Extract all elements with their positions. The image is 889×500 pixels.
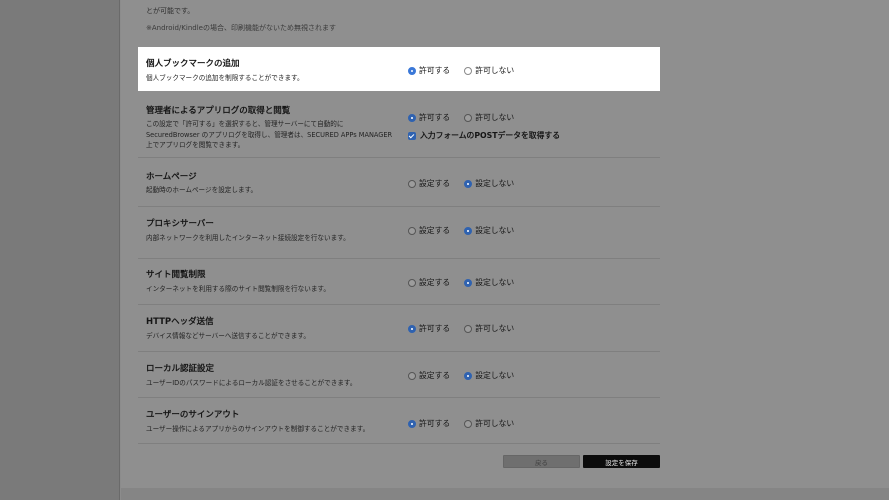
radio-unselected-icon[interactable] <box>464 66 473 75</box>
setting-title: 管理者によるアプリログの取得と閲覧 <box>146 106 291 116</box>
radio-selected-icon[interactable] <box>408 324 416 333</box>
setting-row-site-restriction: サイト閲覧制限 インターネットを利用する際のサイト閲覧制限を行ないます。 設定す… <box>138 259 660 305</box>
setting-row-http-header: HTTPヘッダ送信 デバイス情報などサーバーへ送信することができます。 許可する… <box>138 305 660 352</box>
setting-desc: デバイス情報などサーバーへ送信することができます。 <box>146 332 310 340</box>
radio-group: 設定する 設定しない <box>408 277 514 288</box>
setting-desc-line1: この設定で「許可する」を選択すると、管理サーバーにて自動的に <box>146 120 344 128</box>
page-bottom-strip <box>121 488 889 500</box>
setting-row-homepage: ホームページ 起動時のホームページを設定します。 設定する 設定しない <box>138 160 660 207</box>
radio-option-allow[interactable]: 許可する <box>408 112 450 123</box>
radio-label: 設定する <box>419 371 451 380</box>
radio-group: 許可する 許可しない <box>408 65 514 76</box>
radio-group: 許可する 許可しない <box>408 112 514 123</box>
radio-option-deny[interactable]: 許可しない <box>464 65 514 76</box>
radio-option-set[interactable]: 設定する <box>408 277 450 288</box>
radio-unselected-icon[interactable] <box>408 278 416 287</box>
radio-option-allow[interactable]: 許可する <box>408 418 450 429</box>
radio-option-deny[interactable]: 許可しない <box>464 323 514 334</box>
radio-option-allow[interactable]: 許可する <box>408 65 450 76</box>
radio-label: 許可しない <box>475 324 515 333</box>
radio-group: 設定する 設定しない <box>408 370 514 381</box>
radio-label: 許可する <box>419 324 451 333</box>
top-note-line1: とが可能です。 <box>146 7 195 15</box>
radio-selected-icon[interactable] <box>464 371 473 380</box>
radio-selected-icon[interactable] <box>464 226 473 235</box>
back-button[interactable]: 戻る <box>503 455 580 468</box>
radio-group: 許可する 許可しない <box>408 323 514 334</box>
setting-title: サイト閲覧制限 <box>146 270 206 280</box>
radio-unselected-icon[interactable] <box>464 419 473 428</box>
radio-selected-icon[interactable] <box>408 419 416 428</box>
post-data-checkbox[interactable]: 入力フォームのPOSTデータを取得する <box>408 130 560 141</box>
radio-option-set[interactable]: 設定する <box>408 225 450 236</box>
save-settings-button[interactable]: 設定を保存 <box>583 455 660 468</box>
setting-desc: 内部ネットワークを利用したインターネット接続設定を行ないます。 <box>146 234 350 242</box>
setting-row-proxy: プロキシサーバー 内部ネットワークを利用したインターネット接続設定を行ないます。… <box>138 207 660 259</box>
radio-group: 設定する 設定しない <box>408 178 514 189</box>
radio-selected-icon[interactable] <box>408 66 416 75</box>
radio-option-unset[interactable]: 設定しない <box>464 370 514 381</box>
setting-row-bookmark: 個人ブックマークの追加 個人ブックマークの追加を制限することができます。 許可す… <box>138 47 660 91</box>
radio-label: 許可しない <box>475 419 515 428</box>
setting-row-local-auth: ローカル認証設定 ユーザーIDのパスワードによるローカル認証をさせることができま… <box>138 352 660 398</box>
radio-option-set[interactable]: 設定する <box>408 370 450 381</box>
setting-title: 個人ブックマークの追加 <box>146 59 240 69</box>
setting-desc: インターネットを利用する際のサイト閲覧制限を行ないます。 <box>146 285 330 293</box>
radio-group: 許可する 許可しない <box>408 418 514 429</box>
radio-label: 設定しない <box>475 179 515 188</box>
setting-title: ホームページ <box>146 172 197 182</box>
setting-row-signout: ユーザーのサインアウト ユーザー操作によるアプリからのサインアウトを制御すること… <box>138 398 660 444</box>
top-note-line2: ※Android/Kindleの場合、印刷機能がないため無視されます <box>146 24 336 32</box>
setting-title: ユーザーのサインアウト <box>146 410 240 420</box>
radio-label: 設定する <box>419 179 451 188</box>
radio-label: 許可する <box>419 113 451 122</box>
radio-option-deny[interactable]: 許可しない <box>464 112 514 123</box>
setting-desc: 個人ブックマークの追加を制限することができます。 <box>146 74 304 82</box>
radio-unselected-icon[interactable] <box>408 179 416 188</box>
radio-option-allow[interactable]: 許可する <box>408 323 450 334</box>
setting-desc: 起動時のホームページを設定します。 <box>146 186 258 194</box>
top-note: とが可能です。 ※Android/Kindleの場合、印刷機能がないため無視され… <box>146 4 656 35</box>
radio-label: 設定する <box>419 278 451 287</box>
radio-label: 設定しない <box>475 226 515 235</box>
radio-selected-icon[interactable] <box>408 113 416 122</box>
setting-desc: ユーザー操作によるアプリからのサインアウトを制御することができます。 <box>146 425 370 433</box>
checkbox-label: 入力フォームのPOSTデータを取得する <box>420 131 560 140</box>
setting-desc-line3: 上でアプリログを閲覧できます。 <box>146 141 245 149</box>
radio-label: 設定しない <box>475 371 515 380</box>
setting-title: プロキシサーバー <box>146 219 214 229</box>
setting-desc: ユーザーIDのパスワードによるローカル認証をさせることができます。 <box>146 379 357 387</box>
radio-option-unset[interactable]: 設定しない <box>464 277 514 288</box>
radio-unselected-icon[interactable] <box>408 371 416 380</box>
radio-label: 許可する <box>419 419 451 428</box>
radio-label: 許可する <box>419 66 451 75</box>
radio-option-set[interactable]: 設定する <box>408 178 450 189</box>
setting-desc-line2: SecuredBrowser のアプリログを取得し、管理者は、SECURED A… <box>146 130 393 139</box>
radio-label: 設定しない <box>475 278 515 287</box>
radio-unselected-icon[interactable] <box>464 113 473 122</box>
sidebar <box>0 0 120 500</box>
radio-label: 許可しない <box>475 66 515 75</box>
radio-label: 許可しない <box>475 113 515 122</box>
setting-title: ローカル認証設定 <box>146 364 215 374</box>
radio-option-unset[interactable]: 設定しない <box>464 225 514 236</box>
radio-selected-icon[interactable] <box>464 278 473 287</box>
radio-label: 設定する <box>419 226 451 235</box>
radio-selected-icon[interactable] <box>464 179 473 188</box>
setting-title: HTTPヘッダ送信 <box>146 317 214 327</box>
radio-group: 設定する 設定しない <box>408 225 514 236</box>
setting-row-applog: 管理者によるアプリログの取得と閲覧 この設定で「許可する」を選択すると、管理サー… <box>138 100 660 158</box>
radio-option-deny[interactable]: 許可しない <box>464 418 514 429</box>
radio-unselected-icon[interactable] <box>408 226 416 235</box>
radio-option-unset[interactable]: 設定しない <box>464 178 514 189</box>
checkbox-checked-icon[interactable] <box>408 131 416 140</box>
radio-unselected-icon[interactable] <box>464 324 473 333</box>
